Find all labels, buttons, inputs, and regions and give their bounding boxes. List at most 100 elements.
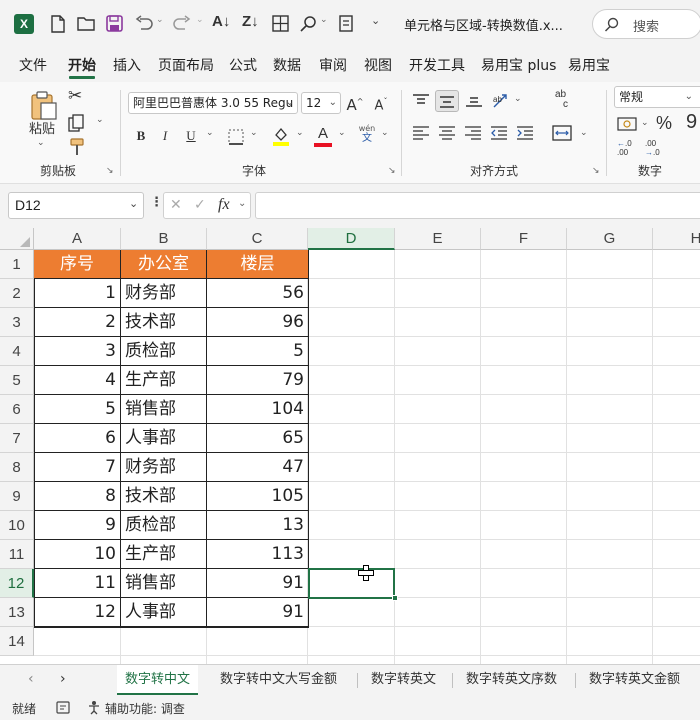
copy-dropdown-icon[interactable]: ⌄ [96, 115, 104, 125]
table-cell[interactable]: 财务部 [121, 453, 207, 482]
row-header-2[interactable]: 2 [0, 279, 34, 308]
paste-dropdown-icon[interactable]: ⌄ [37, 138, 45, 148]
column-header-e[interactable]: E [395, 228, 481, 250]
row-header-10[interactable]: 10 [0, 511, 34, 540]
table-cell[interactable]: 113 [207, 540, 308, 569]
table-cell[interactable]: 91 [207, 569, 308, 598]
tab-review[interactable]: 审阅 [319, 55, 347, 75]
phonetic-dropdown-icon[interactable]: ⌄ [381, 128, 389, 138]
sheet-tab-5[interactable]: 数字转英文金额 [583, 665, 686, 695]
formula-input[interactable] [255, 192, 700, 219]
sort-descending-icon[interactable]: Z↓ [242, 13, 259, 30]
increase-decimal-icon[interactable]: ←.0.00 [617, 139, 632, 157]
row-header-3[interactable]: 3 [0, 308, 34, 337]
table-header-cell[interactable]: 序号 [34, 250, 121, 279]
border-icon[interactable] [228, 129, 244, 145]
column-header-g[interactable]: G [567, 228, 653, 250]
bold-button[interactable]: B [134, 126, 148, 146]
accounting-dropdown-icon[interactable]: ⌄ [641, 118, 649, 128]
paste-icon[interactable] [28, 90, 58, 120]
table-cell[interactable]: 9 [34, 511, 121, 540]
decrease-decimal-icon[interactable]: .00 →.0 [645, 139, 660, 157]
tab-home[interactable]: 开始 [68, 55, 96, 75]
row-header-7[interactable]: 7 [0, 424, 34, 453]
row-header-6[interactable]: 6 [0, 395, 34, 424]
accessibility-icon[interactable] [87, 700, 101, 715]
align-right-icon[interactable] [464, 126, 482, 140]
table-cell[interactable]: 生产部 [121, 366, 207, 395]
underline-dropdown-icon[interactable]: ⌄ [206, 128, 214, 138]
name-box[interactable]: D12 ⌄ [8, 192, 144, 219]
decrease-indent-icon[interactable] [490, 126, 508, 140]
find-dropdown-icon[interactable]: ⌄ [320, 15, 328, 25]
tab-insert[interactable]: 插入 [113, 55, 141, 75]
format-painter-icon[interactable] [68, 138, 86, 156]
table-cell[interactable]: 技术部 [121, 308, 207, 337]
redo-icon[interactable] [172, 15, 192, 32]
cancel-icon[interactable]: ✕ [170, 197, 182, 213]
tab-file[interactable]: 文件 [19, 55, 47, 75]
row-header-12[interactable]: 12 [0, 569, 34, 598]
table-cell[interactable]: 96 [207, 308, 308, 337]
status-accessibility[interactable]: 辅助功能: 调查 [105, 700, 185, 717]
table-cell[interactable]: 56 [207, 279, 308, 308]
insert-function-icon[interactable]: fx [218, 196, 230, 214]
column-header-c[interactable]: C [207, 228, 308, 250]
open-folder-icon[interactable] [77, 16, 95, 31]
table-cell[interactable]: 91 [207, 598, 308, 627]
column-header-f[interactable]: F [481, 228, 567, 250]
form-icon[interactable] [339, 15, 353, 32]
fill-color-dropdown-icon[interactable]: ⌄ [296, 128, 304, 138]
table-cell[interactable]: 财务部 [121, 279, 207, 308]
table-cell[interactable]: 5 [207, 337, 308, 366]
merge-dropdown-icon[interactable]: ⌄ [580, 128, 588, 138]
wrap-text-icon[interactable]: ab c [555, 90, 573, 110]
table-cell[interactable]: 质检部 [121, 337, 207, 366]
table-cell[interactable]: 销售部 [121, 395, 207, 424]
orientation-dropdown-icon[interactable]: ⌄ [514, 94, 522, 104]
row-header-8[interactable]: 8 [0, 453, 34, 482]
table-cell[interactable]: 11 [34, 569, 121, 598]
table-cell[interactable]: 104 [207, 395, 308, 424]
increase-font-size-button[interactable]: A^ [346, 92, 364, 115]
decrease-font-size-button[interactable]: Aˇ [372, 92, 390, 116]
orientation-icon[interactable]: ab [492, 92, 510, 110]
row-header-1[interactable]: 1 [0, 250, 34, 279]
tab-yiyongbao-plus[interactable]: 易用宝 plus [481, 55, 556, 75]
align-left-icon[interactable] [412, 126, 430, 140]
table-cell[interactable]: 4 [34, 366, 121, 395]
search-box[interactable]: 搜索 [592, 9, 700, 39]
copy-icon[interactable] [68, 114, 86, 132]
sheet-tab-2[interactable]: 数字转中文大写金额 [214, 665, 343, 695]
underline-button[interactable]: U [184, 126, 198, 146]
row-header-4[interactable]: 4 [0, 337, 34, 366]
redo-dropdown-icon[interactable]: ⌄ [196, 15, 204, 25]
undo-icon[interactable] [134, 15, 154, 32]
table-cell[interactable]: 47 [207, 453, 308, 482]
save-icon[interactable] [106, 15, 123, 32]
table-cell[interactable]: 10 [34, 540, 121, 569]
align-middle-button[interactable] [435, 90, 459, 112]
table-cell[interactable]: 销售部 [121, 569, 207, 598]
row-header-11[interactable]: 11 [0, 540, 34, 569]
tab-data[interactable]: 数据 [273, 55, 301, 75]
align-top-icon[interactable] [412, 94, 430, 108]
customize-toolbar-icon[interactable]: ⌄ [371, 14, 380, 27]
table-cell[interactable]: 质检部 [121, 511, 207, 540]
column-header-d[interactable]: D [308, 228, 395, 250]
table-cell[interactable]: 人事部 [121, 598, 207, 627]
align-center-icon[interactable] [438, 126, 456, 140]
sheet-tab-1[interactable]: 数字转中文 [117, 665, 199, 695]
scroll-tabs-right-icon[interactable]: › [60, 671, 66, 687]
fill-handle[interactable] [392, 595, 398, 601]
table-cell[interactable]: 13 [207, 511, 308, 540]
column-header-h[interactable]: H [653, 228, 700, 250]
column-header-b[interactable]: B [121, 228, 207, 250]
paste-button[interactable]: 粘贴 [27, 120, 57, 140]
row-header-9[interactable]: 9 [0, 482, 34, 511]
table-cell[interactable]: 5 [34, 395, 121, 424]
cut-icon[interactable]: ✂ [68, 86, 82, 106]
worksheet-grid[interactable]: ABCDEFGH 1 2 3 4 5 6 7 8 9 10 11 12 13 14 序号 办公室 楼层 1 财务部… [0, 228, 700, 664]
table-cell[interactable]: 8 [34, 482, 121, 511]
font-dialog-launcher-icon[interactable]: ↘ [388, 166, 396, 176]
